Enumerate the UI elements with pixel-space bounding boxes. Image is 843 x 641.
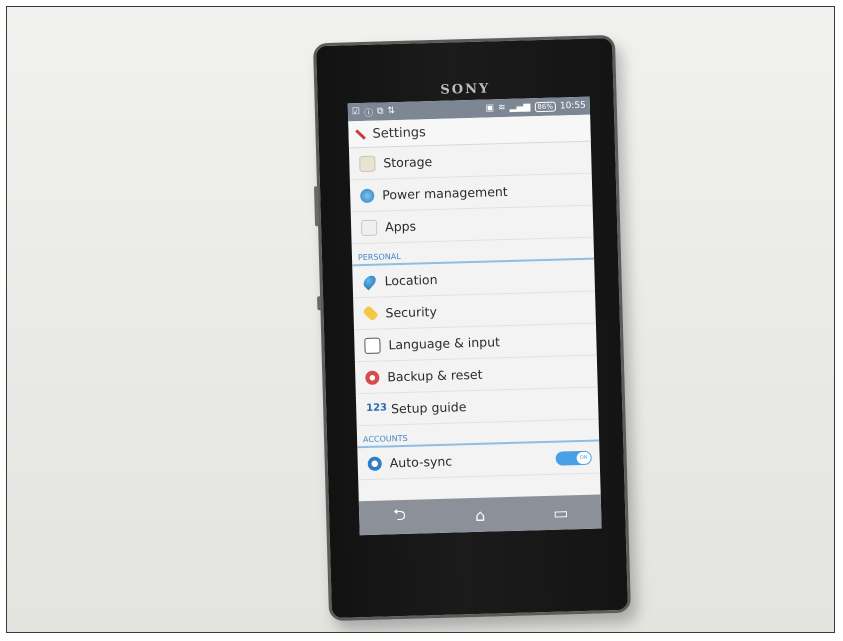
apps-icon [360,219,378,236]
security-icon [362,305,379,322]
storage-icon [359,155,376,172]
sony-phone: SONY ☑ ⓘ ⧉ ⇅ ▣ ≋ ▂▄▆ 86% 10:55 Settings … [312,34,632,622]
page-title: Settings [372,124,427,142]
signal-icon: ▂▄▆ [509,102,531,113]
backup-reset-icon [365,370,380,385]
location-icon [361,272,379,290]
keyboard-icon [364,337,381,354]
navigation-bar: ⮌ ⌂ ▭ [358,494,602,536]
list-item-auto-sync[interactable]: Auto-sync ON [357,441,601,481]
list-item-label: Apps [384,218,417,235]
settings-icon[interactable] [352,127,366,141]
phone-screen: ☑ ⓘ ⧉ ⇅ ▣ ≋ ▂▄▆ 86% 10:55 Settings Stora… [347,96,602,536]
auto-sync-toggle[interactable]: ON [555,450,592,466]
list-item-label: Storage [383,154,433,171]
transfer-icon: ⇅ [387,106,396,117]
toggle-knob: ON [576,451,591,464]
power-management-icon [360,188,375,203]
setup-guide-icon: 123 [366,401,388,414]
system-icons: ▣ ≋ ▂▄▆ 86% 10:55 [485,101,586,114]
photo-frame: SONY ☑ ⓘ ⧉ ⇅ ▣ ≋ ▂▄▆ 86% 10:55 Settings … [6,6,835,633]
copy-icon: ⧉ [376,106,384,117]
back-icon[interactable]: ⮌ [379,503,420,531]
power-button [317,296,322,311]
info-icon: ⓘ [363,108,374,119]
list-item-label: Language & input [388,334,501,353]
list-item-label: Location [384,271,438,289]
battery-indicator: 86% [534,101,557,113]
list-item-label: Setup guide [390,399,467,417]
sync-icon [367,456,382,471]
wifi-icon: ≋ [497,102,506,114]
checkbox-icon: ☑ [351,107,361,118]
home-icon[interactable]: ⌂ [460,505,501,525]
list-item-label: Auto-sync [389,453,453,471]
side-button [313,186,320,227]
nfc-icon: ▣ [485,103,495,114]
list-item-label: Security [385,303,438,321]
clock: 10:55 [559,100,586,112]
recents-icon[interactable]: ▭ [541,503,582,523]
notification-icons: ☑ ⓘ ⧉ ⇅ [352,105,395,119]
list-item-label: Backup & reset [387,366,483,385]
list-item-label: Power management [382,183,508,203]
